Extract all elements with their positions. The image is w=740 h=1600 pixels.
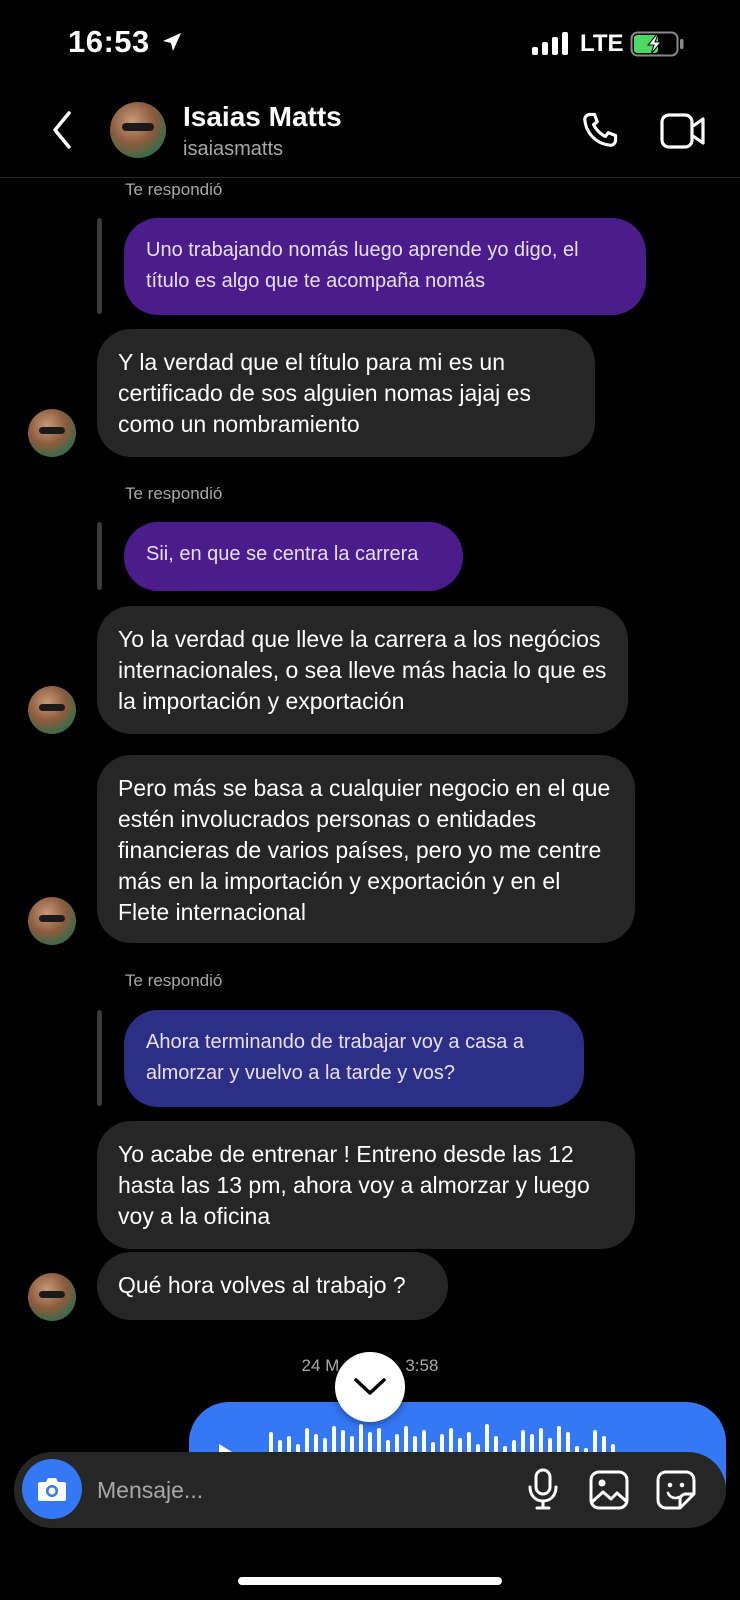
network-type: LTE: [580, 30, 624, 57]
camera-button[interactable]: [22, 1459, 82, 1519]
message-bubble[interactable]: Qué hora volves al trabajo ?: [97, 1252, 448, 1320]
sender-avatar[interactable]: [28, 1273, 76, 1321]
date-separator-start: 24 M: [301, 1356, 340, 1375]
status-time: 16:53: [68, 24, 150, 59]
message-bubble[interactable]: Yo la verdad que lleve la carrera a los …: [97, 606, 628, 734]
microphone-icon[interactable]: [526, 1468, 560, 1510]
reply-bar: [97, 218, 102, 314]
back-chevron-icon[interactable]: [52, 110, 72, 150]
sender-avatar[interactable]: [28, 897, 76, 945]
scroll-to-bottom-button[interactable]: [335, 1352, 405, 1422]
phone-icon[interactable]: [578, 108, 622, 152]
camera-icon: [38, 1478, 66, 1501]
chevron-down-icon: [354, 1378, 386, 1395]
sender-avatar[interactable]: [28, 409, 76, 457]
date-separator-end: 3:58: [405, 1356, 439, 1375]
header-divider: [0, 177, 740, 178]
home-indicator[interactable]: [238, 1577, 502, 1585]
contact-name[interactable]: Isaias Matts: [183, 101, 342, 133]
quoted-message[interactable]: Ahora terminando de trabajar voy a casa …: [124, 1010, 584, 1107]
contact-avatar[interactable]: [110, 102, 166, 158]
message-bubble[interactable]: Yo acabe de entrenar ! Entreno desde las…: [97, 1121, 635, 1249]
reply-label: Te respondió: [125, 180, 223, 199]
contact-username[interactable]: isaiasmatts: [183, 138, 283, 161]
quoted-message[interactable]: Sii, en que se centra la carrera: [124, 522, 463, 591]
message-input[interactable]: [97, 1470, 477, 1510]
location-arrow-icon: [163, 33, 181, 51]
signal-icon: [532, 32, 568, 55]
sticker-icon[interactable]: [656, 1470, 696, 1510]
video-camera-icon[interactable]: [660, 112, 706, 150]
reply-label: Te respondió: [125, 971, 223, 990]
reply-bar: [97, 522, 102, 590]
message-bubble[interactable]: Y la verdad que el título para mi es un …: [97, 329, 595, 457]
sender-avatar[interactable]: [28, 686, 76, 734]
image-gallery-icon[interactable]: [589, 1470, 629, 1510]
message-bubble[interactable]: Pero más se basa a cualquier negocio en …: [97, 755, 635, 943]
quoted-message[interactable]: Uno trabajando nomás luego aprende yo di…: [124, 218, 646, 315]
reply-bar: [97, 1010, 102, 1106]
reply-label: Te respondió: [125, 484, 223, 503]
battery-charging-icon: [630, 31, 684, 57]
